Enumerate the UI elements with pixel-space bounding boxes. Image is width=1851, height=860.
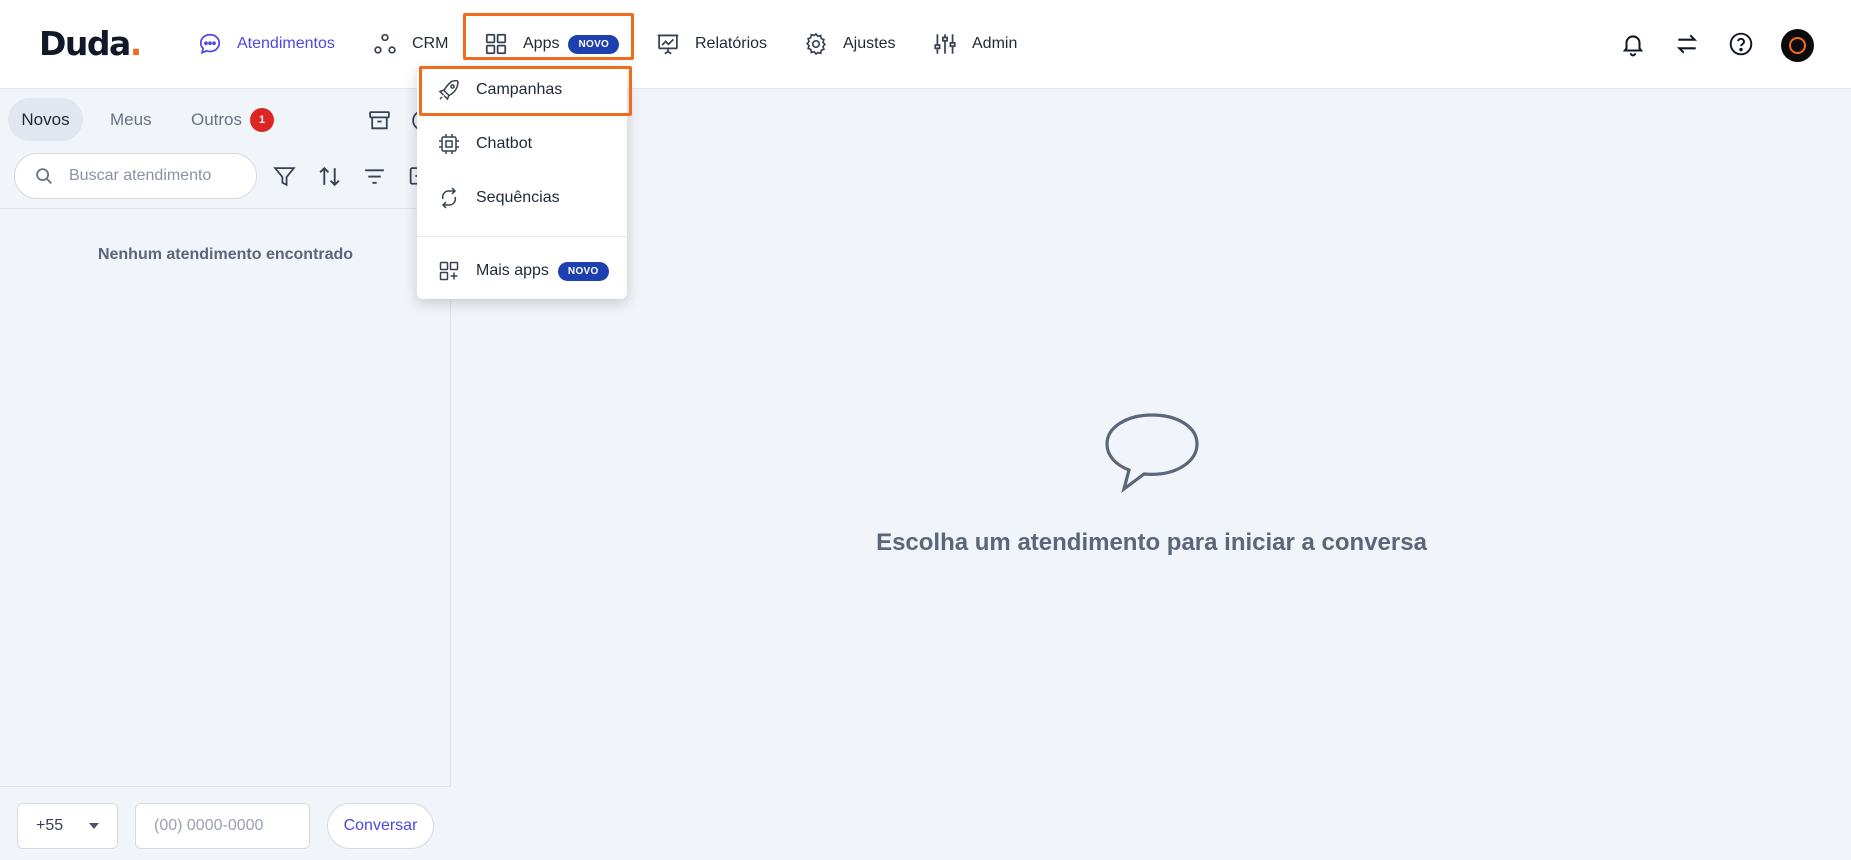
nav-ajustes-label: Ajustes	[843, 35, 896, 52]
menu-item-sequencias-label: Sequências	[476, 189, 560, 206]
tab-outros[interactable]: Outros 1	[191, 98, 275, 141]
nav-relatorios[interactable]: Relatórios	[655, 26, 767, 62]
chat-bubble-icon	[199, 33, 221, 55]
search-icon	[36, 168, 52, 184]
conversation-area: Escolha um atendimento para iniciar a co…	[452, 89, 1851, 860]
duda-logo[interactable]: Duda.	[39, 24, 143, 63]
unread-count-badge: 1	[250, 107, 275, 132]
quick-start-bar: +55 Conversar	[0, 786, 451, 860]
bell-icon	[1622, 35, 1644, 57]
top-navigation-bar: Duda. Atendimentos CRM Apps NOVO Relatór…	[0, 0, 1851, 89]
funnel-icon	[272, 166, 296, 186]
help-button[interactable]	[1726, 29, 1756, 59]
sliders-icon	[934, 34, 956, 54]
logo-dot: .	[129, 24, 143, 63]
nav-relatorios-label: Relatórios	[695, 35, 768, 52]
tab-meus[interactable]: Meus	[110, 98, 152, 141]
nav-admin-label: Admin	[972, 35, 1018, 52]
archive-button[interactable]	[364, 105, 394, 135]
menu-item-mais-apps-label: Mais apps	[476, 262, 549, 279]
sort-arrows-icon	[318, 166, 340, 186]
swap-arrows-icon	[1676, 34, 1698, 54]
tab-novos-label: Novos	[21, 109, 70, 129]
country-code-select[interactable]: +55	[17, 803, 118, 849]
switch-account-button[interactable]	[1672, 29, 1702, 59]
new-badge: NOVO	[557, 261, 609, 281]
search-field[interactable]	[14, 153, 257, 199]
nav-crm[interactable]: CRM	[372, 26, 448, 62]
loop-icon	[441, 187, 457, 209]
menu-item-chatbot-label: Chatbot	[476, 135, 533, 152]
search-input[interactable]	[69, 167, 239, 185]
avatar-logo	[1789, 37, 1806, 54]
tab-novos[interactable]: Novos	[8, 98, 83, 141]
crm-nodes-icon	[374, 33, 396, 54]
menu-divider	[417, 236, 627, 237]
nav-crm-label: CRM	[412, 35, 449, 52]
apps-plus-icon	[439, 261, 459, 281]
presentation-chart-icon	[657, 34, 679, 55]
nav-admin[interactable]: Admin	[932, 26, 1017, 62]
start-conversation-button[interactable]: Conversar	[327, 803, 434, 849]
campanhas-highlight-frame	[419, 66, 632, 116]
caret-down-icon	[89, 823, 99, 829]
conversation-list-panel: Novos Meus Outros 1 Nenhum atendimento e…	[0, 89, 451, 860]
panel-divider	[0, 208, 451, 209]
menu-item-mais-apps[interactable]: Mais apps NOVO	[417, 248, 627, 294]
tab-meus-label: Meus	[110, 109, 152, 129]
speech-bubble-icon	[1105, 413, 1199, 494]
apps-highlight-frame	[463, 13, 634, 60]
nav-atendimentos[interactable]: Atendimentos	[197, 26, 335, 62]
menu-item-sequencias[interactable]: Sequências	[417, 175, 627, 221]
notifications-button[interactable]	[1618, 29, 1648, 59]
avatar[interactable]	[1781, 29, 1814, 62]
country-code-value: +55	[36, 817, 64, 834]
filter-lines-icon	[364, 168, 384, 184]
phone-input[interactable]	[135, 803, 310, 849]
empty-list-message: Nenhum atendimento encontrado	[97, 246, 354, 263]
nav-ajustes[interactable]: Ajustes	[803, 26, 895, 62]
empty-conversation-message: Escolha um atendimento para iniciar a co…	[876, 529, 1427, 556]
sort-button[interactable]	[314, 161, 344, 191]
gear-icon	[806, 32, 826, 56]
menu-item-chatbot[interactable]: Chatbot	[417, 121, 627, 167]
chip-icon	[439, 134, 459, 154]
tab-outros-label: Outros	[191, 109, 243, 129]
archive-icon	[368, 110, 390, 129]
list-filter-button[interactable]	[359, 161, 389, 191]
logo-text: Duda	[39, 24, 131, 63]
filter-button[interactable]	[269, 161, 299, 191]
help-icon	[1729, 32, 1753, 56]
nav-atendimentos-label: Atendimentos	[237, 35, 335, 52]
